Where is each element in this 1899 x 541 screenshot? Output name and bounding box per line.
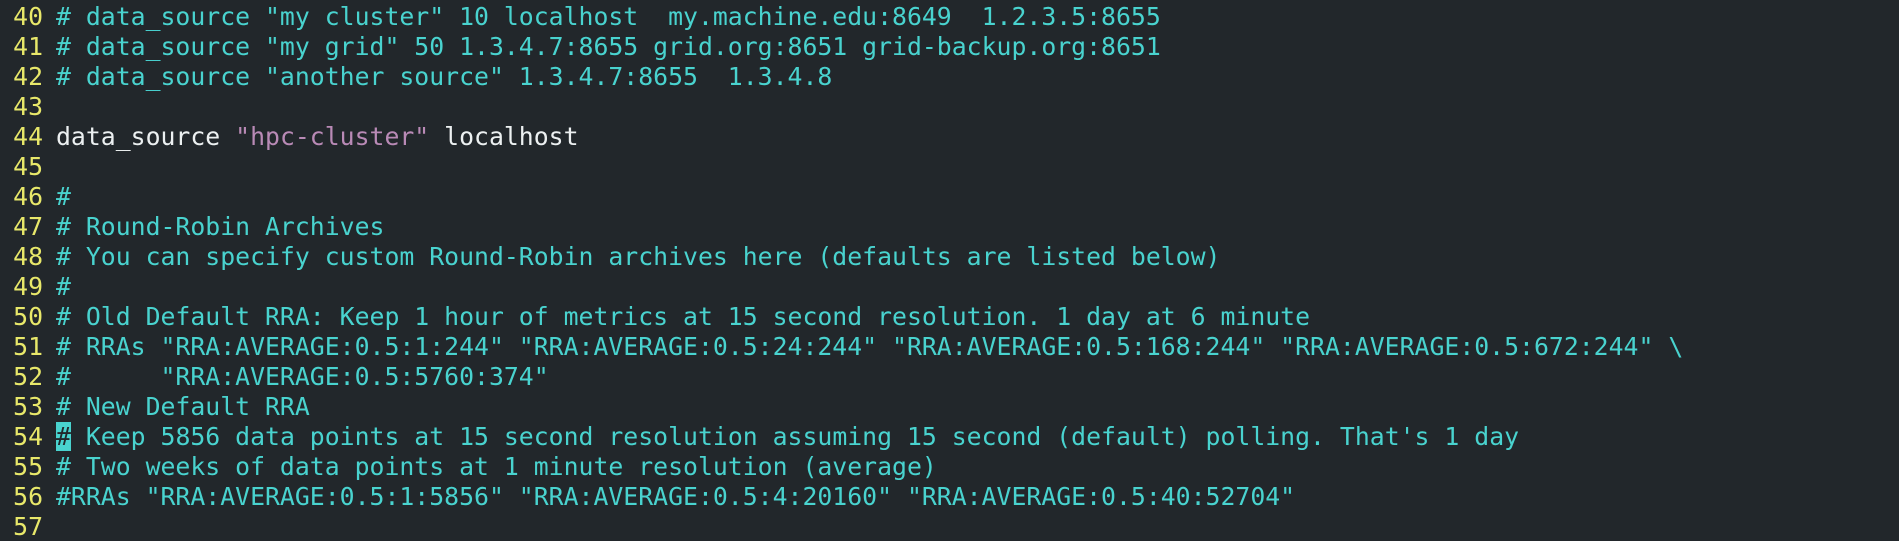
directive-line: data_source "hpc-cluster" localhost [56,122,579,152]
line-number: 42 [13,62,43,91]
line-number: 48 [13,242,43,271]
line-number: 40 [13,2,43,31]
code-line-43: 43 [0,92,1899,122]
comment-text: # New Default RRA [56,392,310,421]
comment-rest: Keep 5856 data points at 15 second resol… [70,422,1520,451]
comment-text: # Round-Robin Archives [56,212,385,241]
code-line-52: 52 # "RRA:AVERAGE:0.5:5760:374" [0,362,1899,392]
code-line-54: 54 # Keep 5856 data points at 15 second … [0,422,1899,452]
comment-text: # Two weeks of data points at 1 minute r… [56,452,937,481]
comment-text: # data_source "another source" 1.3.4.7:8… [56,62,833,91]
comment-text: # [56,272,71,301]
terminal-editor[interactable]: 40 # data_source "my cluster" 10 localho… [0,0,1899,541]
line-number: 41 [13,32,43,61]
line-number: 52 [13,362,43,391]
code-line-51: 51 # RRAs "RRA:AVERAGE:0.5:1:244" "RRA:A… [0,332,1899,362]
line-number: 49 [13,272,43,301]
code-line-47: 47 # Round-Robin Archives [0,212,1899,242]
comment-text: # data_source "my grid" 50 1.3.4.7:8655 … [56,32,1161,61]
directive-keyword: data_source [56,122,236,151]
line-number: 56 [13,482,43,511]
line-number: 47 [13,212,43,241]
code-line-42: 42 # data_source "another source" 1.3.4.… [0,62,1899,92]
directive-args: localhost [429,122,579,151]
line-number: 51 [13,332,43,361]
comment-text: # RRAs "RRA:AVERAGE:0.5:1:244" "RRA:AVER… [56,332,1684,361]
line-number: 43 [13,92,43,121]
line-number: 53 [13,392,43,421]
line-number: 55 [13,452,43,481]
code-line-57: 57 [0,512,1899,541]
code-line-41: 41 # data_source "my grid" 50 1.3.4.7:86… [0,32,1899,62]
code-line-49: 49 # [0,272,1899,302]
code-line-44: 44 data_source "hpc-cluster" localhost [0,122,1899,152]
code-line-46: 46 # [0,182,1899,212]
comment-text: # [56,182,71,211]
text-cursor[interactable]: # [56,422,71,451]
comment-text: # Old Default RRA: Keep 1 hour of metric… [56,302,1311,331]
line-number: 50 [13,302,43,331]
line-number: 45 [13,152,43,181]
line-number: 44 [13,122,43,151]
line-number: 46 [13,182,43,211]
comment-text: # You can specify custom Round-Robin arc… [56,242,1221,271]
line-number: 54 [13,422,43,451]
code-line-50: 50 # Old Default RRA: Keep 1 hour of met… [0,302,1899,332]
code-line-45: 45 [0,152,1899,182]
comment-text: # data_source "my cluster" 10 localhost … [56,2,1161,31]
comment-text: # Keep 5856 data points at 15 second res… [56,422,1519,452]
string-literal: "hpc-cluster" [235,122,430,151]
line-number: 57 [13,512,43,541]
code-line-53: 53 # New Default RRA [0,392,1899,422]
code-line-48: 48 # You can specify custom Round-Robin … [0,242,1899,272]
code-line-55: 55 # Two weeks of data points at 1 minut… [0,452,1899,482]
code-line-40: 40 # data_source "my cluster" 10 localho… [0,2,1899,32]
comment-text: #RRAs "RRA:AVERAGE:0.5:1:5856" "RRA:AVER… [56,482,1296,511]
code-line-56: 56 #RRAs "RRA:AVERAGE:0.5:1:5856" "RRA:A… [0,482,1899,512]
comment-text: # "RRA:AVERAGE:0.5:5760:374" [56,362,549,391]
